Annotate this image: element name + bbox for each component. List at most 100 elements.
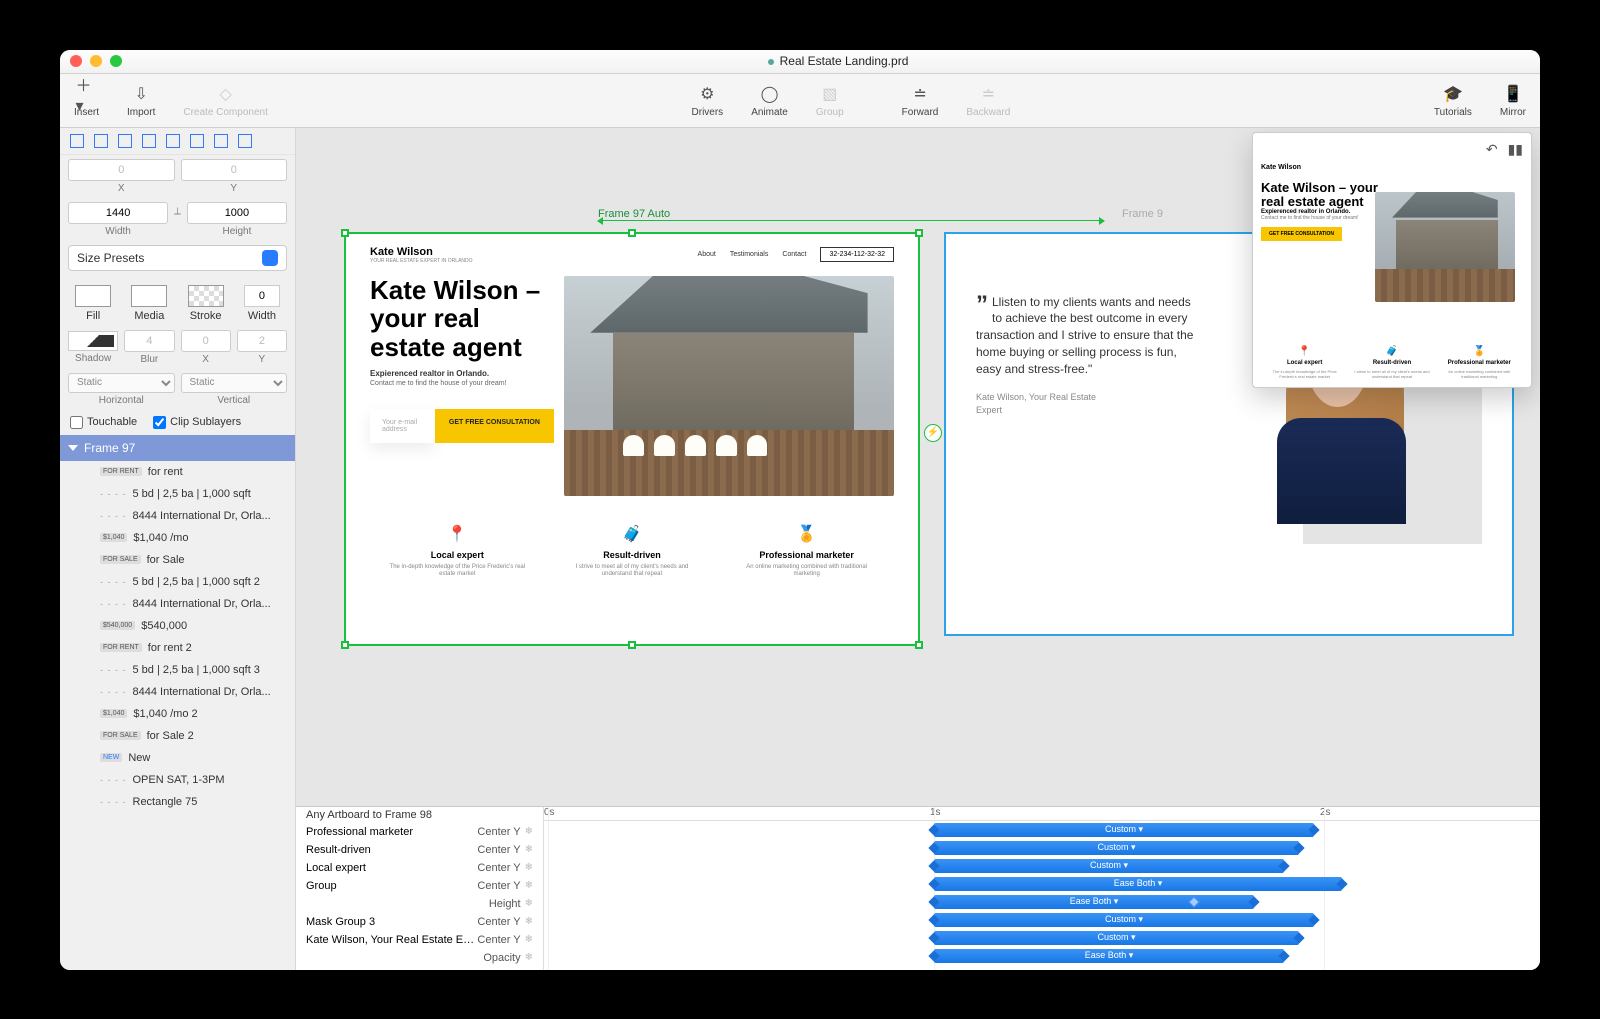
layers-list[interactable]: FOR RENTfor rent- - - -5 bd | 2,5 ba | 1… <box>60 461 295 970</box>
alignment-bar[interactable] <box>60 128 295 155</box>
resize-handle[interactable] <box>915 641 923 649</box>
layers-header[interactable]: Frame 97 <box>60 435 295 461</box>
timeline-row[interactable]: Local expertCenter Y❄ <box>296 859 543 877</box>
layer-item[interactable]: - - - -Rectangle 75 <box>60 791 295 813</box>
pin-icon: 📍 <box>389 524 525 544</box>
layer-item[interactable]: FOR SALEfor Sale <box>60 549 295 571</box>
timeline-panel[interactable]: Any Artboard to Frame 98 Professional ma… <box>296 806 1540 970</box>
layer-item[interactable]: $540,000$540,000 <box>60 615 295 637</box>
undo-icon[interactable]: ↶ <box>1486 141 1498 158</box>
animation-track[interactable]: Custom ▾ <box>934 823 1314 837</box>
size-presets-dropdown[interactable]: Size Presets <box>68 245 287 271</box>
width-input[interactable] <box>68 202 168 224</box>
layer-item[interactable]: FOR RENTfor rent <box>60 461 295 483</box>
lock-aspect-icon[interactable]: ⟂ <box>174 206 181 217</box>
timeline-row[interactable]: Result-drivenCenter Y❄ <box>296 841 543 859</box>
layer-item[interactable]: - - - -5 bd | 2,5 ba | 1,000 sqft <box>60 483 295 505</box>
clip-sublayers-checkbox[interactable]: Clip Sublayers <box>153 416 241 429</box>
resize-handle[interactable] <box>628 229 636 237</box>
window-close-button[interactable] <box>70 55 82 67</box>
mirror-button[interactable]: 📱Mirror <box>1486 74 1540 127</box>
align-center-icon[interactable] <box>94 134 108 148</box>
animation-track[interactable]: Custom ▾ <box>934 913 1314 927</box>
vertical-constraint[interactable]: Static <box>181 373 288 393</box>
y-input[interactable] <box>181 159 288 181</box>
layer-item[interactable]: - - - -5 bd | 2,5 ba | 1,000 sqft 2 <box>60 571 295 593</box>
stroke-swatch[interactable] <box>188 285 224 307</box>
window-minimize-button[interactable] <box>90 55 102 67</box>
briefcase-icon: 🧳 <box>1353 346 1432 357</box>
toolbar: ＋▾Insert ⇩Import ◇Create Component ⚙Driv… <box>60 74 1540 128</box>
media-swatch[interactable] <box>131 285 167 307</box>
transition-label[interactable]: Any Artboard to Frame 98 <box>296 807 543 823</box>
layer-item[interactable]: $1,040$1,040 /mo 2 <box>60 703 295 725</box>
align-right-icon[interactable] <box>118 134 132 148</box>
resize-handle[interactable] <box>341 641 349 649</box>
interaction-badge[interactable]: ⚡ <box>924 424 942 442</box>
distribute-h-icon[interactable] <box>214 134 228 148</box>
horizontal-constraint[interactable]: Static <box>68 373 175 393</box>
align-top-icon[interactable] <box>142 134 156 148</box>
shadow-x-input[interactable] <box>181 330 231 352</box>
nav-contact: Contact <box>782 251 806 258</box>
forward-button[interactable]: ≐Forward <box>888 74 953 127</box>
frame-97-artboard[interactable]: Kate Wilson YOUR REAL ESTATE EXPERT IN O… <box>344 232 920 646</box>
layer-item[interactable]: - - - -8444 International Dr, Orla... <box>60 505 295 527</box>
x-input[interactable] <box>68 159 175 181</box>
timeline-row[interactable]: Height❄ <box>296 895 543 913</box>
tutorials-button[interactable]: 🎓Tutorials <box>1420 74 1486 127</box>
resize-handle[interactable] <box>628 641 636 649</box>
shadow-swatch[interactable] <box>68 331 118 351</box>
layer-item[interactable]: $1,040$1,040 /mo <box>60 527 295 549</box>
timeline-row[interactable]: GroupCenter Y❄ <box>296 877 543 895</box>
resize-handle[interactable] <box>915 229 923 237</box>
layer-item[interactable]: - - - -8444 International Dr, Orla... <box>60 593 295 615</box>
touchable-checkbox[interactable]: Touchable <box>70 416 137 429</box>
animation-track[interactable]: Ease Both ▾ <box>934 949 1284 963</box>
frame-98-label[interactable]: Frame 9 <box>1122 208 1163 220</box>
chevron-down-icon <box>262 250 278 266</box>
record-icon[interactable]: ▮▮ <box>1508 141 1523 158</box>
frame-97-label[interactable]: Frame 97 Auto <box>598 208 670 220</box>
align-bottom-icon[interactable] <box>190 134 204 148</box>
timeline-row[interactable]: Professional marketerCenter Y❄ <box>296 823 543 841</box>
hero-title: Kate Wilson – your real estate agent <box>370 276 554 362</box>
animation-track[interactable]: Ease Both ▾ <box>934 895 1254 909</box>
layer-item[interactable]: FOR RENTfor rent 2 <box>60 637 295 659</box>
pin-icon: 📍 <box>1265 346 1344 357</box>
fill-swatch[interactable] <box>75 285 111 307</box>
animation-track[interactable]: Custom ▾ <box>934 859 1284 873</box>
animation-track[interactable]: Custom ▾ <box>934 931 1299 945</box>
layer-item[interactable]: - - - -5 bd | 2,5 ba | 1,000 sqft 3 <box>60 659 295 681</box>
height-input[interactable] <box>187 202 287 224</box>
align-left-icon[interactable] <box>70 134 84 148</box>
animate-button[interactable]: ◯Animate <box>737 74 802 127</box>
layer-item[interactable]: FOR SALEfor Sale 2 <box>60 725 295 747</box>
drivers-button[interactable]: ⚙Drivers <box>678 74 738 127</box>
timeline-row[interactable]: Opacity❄ <box>296 949 543 967</box>
align-middle-icon[interactable] <box>166 134 180 148</box>
stroke-width-input[interactable] <box>244 285 280 307</box>
ribbon-icon: 🏅 <box>739 524 875 544</box>
app-window: Real Estate Landing.prd ＋▾Insert ⇩Import… <box>60 50 1540 970</box>
resize-handle[interactable] <box>341 229 349 237</box>
inspector-panel: X Y Width ⟂ Height Size Presets Fill Med… <box>60 128 296 970</box>
timeline-row[interactable]: Kate Wilson, Your Real Estate ExpertCent… <box>296 931 543 949</box>
import-button[interactable]: ⇩Import <box>113 74 169 127</box>
window-title: Real Estate Landing.prd <box>780 54 909 68</box>
cta-button: GET FREE CONSULTATION <box>435 409 554 443</box>
layer-item[interactable]: NEWNew <box>60 747 295 769</box>
layer-item[interactable]: - - - -OPEN SAT, 1-3PM <box>60 769 295 791</box>
insert-button[interactable]: ＋▾Insert <box>60 74 113 127</box>
window-zoom-button[interactable] <box>110 55 122 67</box>
distribute-v-icon[interactable] <box>238 134 252 148</box>
animation-track[interactable]: Ease Both ▾ <box>934 877 1342 891</box>
timeline-row[interactable]: Mask Group 3Center Y❄ <box>296 913 543 931</box>
quote-text: Llisten to my clients wants and needs to… <box>976 295 1193 376</box>
quotation-mark-icon: ” <box>976 288 988 322</box>
animation-track[interactable]: Custom ▾ <box>934 841 1299 855</box>
layer-item[interactable]: - - - -8444 International Dr, Orla... <box>60 681 295 703</box>
preview-window[interactable]: ↶ ▮▮ Kate Wilson Kate Wilson – your real… <box>1252 132 1532 388</box>
blur-input[interactable] <box>124 330 174 352</box>
shadow-y-input[interactable] <box>237 330 287 352</box>
